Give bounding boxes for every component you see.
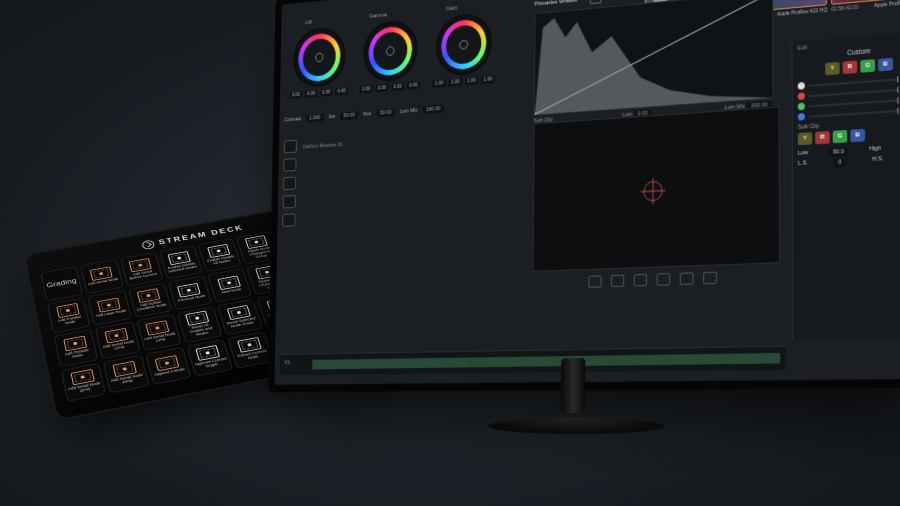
deck-key-9[interactable]: Add Layer Node: [88, 290, 132, 326]
gamma-values: 0.000.000.000.00: [360, 81, 421, 93]
crosshair-icon: [643, 181, 662, 202]
scene-root: STREAM DECK GradingAdd Serial NodeAdd Se…: [0, 0, 900, 506]
next-clip-button[interactable]: [680, 272, 694, 285]
deck-key-3[interactable]: Enable Disable Selected Nodes: [159, 245, 203, 279]
hue-value[interactable]: 50.00: [376, 109, 394, 118]
prev-clip-button[interactable]: [588, 275, 601, 287]
deck-key-18[interactable]: Add Serial Node LPW: [136, 314, 181, 351]
node-toolbar: DaVinci Resolve 16: [303, 124, 525, 156]
chip-r[interactable]: R: [843, 61, 858, 75]
tool-3[interactable]: [283, 176, 296, 190]
monitor-stand: [524, 367, 627, 479]
tool-1[interactable]: [284, 140, 297, 154]
elgato-logo-icon: [142, 240, 156, 250]
gamma-wheel[interactable]: 0.000.000.000.00: [360, 18, 421, 93]
tool-5[interactable]: [282, 213, 295, 227]
chip-b[interactable]: B: [878, 58, 893, 72]
sc-chip-b[interactable]: B: [850, 129, 865, 142]
wheel-label-gamma: Gamma: [369, 12, 387, 19]
tool-2[interactable]: [283, 158, 296, 172]
gain-values: 1.001.001.001.00: [432, 75, 495, 88]
deck-key-0[interactable]: Grading: [40, 266, 83, 301]
timeline-track[interactable]: [312, 353, 780, 369]
histogram-icon: [535, 0, 773, 115]
chip-g[interactable]: G: [860, 59, 875, 73]
dropdown-icon[interactable]: [590, 0, 601, 4]
tab-primaries-wheels[interactable]: Primaries Wheels: [535, 0, 578, 8]
wheel-label-gain: Gain: [446, 6, 457, 13]
deck-key-25[interactable]: Add Serial Node PPW: [103, 354, 149, 393]
sc-chip-g[interactable]: G: [833, 130, 848, 143]
lift-wheel[interactable]: 0.000.000.000.00: [290, 25, 350, 99]
loop-button[interactable]: [703, 272, 717, 285]
deck-key-16[interactable]: Add Outside Node: [54, 329, 99, 367]
deck-key-11[interactable]: Previous Node: [168, 275, 213, 310]
stop-button[interactable]: [634, 274, 647, 287]
deck-key-17[interactable]: Add Serial Node CPW: [95, 321, 140, 358]
sc-chip-y[interactable]: Y: [798, 132, 812, 145]
sc-chip-r[interactable]: R: [815, 131, 829, 144]
primaries-wheels-panel: Lift Gamma Gain 0.000.000.000.00 0.000.0…: [285, 0, 540, 100]
ls-value[interactable]: 0: [834, 158, 846, 167]
track-label-v1: V1: [285, 360, 291, 366]
chip-y[interactable]: Y: [825, 62, 839, 75]
clip-thumb-2[interactable]: 00:33:38:17V18001:56:41:01Apple ProRes 4…: [831, 0, 900, 13]
curves-sidebar: Edit Custom Y R G B 100 100 100 100 Soft…: [791, 31, 900, 340]
gain-wheel[interactable]: 1.001.001.001.00: [432, 11, 495, 88]
deck-key-26[interactable]: Append A Node: [145, 346, 192, 385]
color-viewer[interactable]: [533, 106, 781, 271]
monitor-bezel: 01:32:13:05 01:28:20:15V17801:37:47:19Ap…: [268, 0, 900, 392]
deck-key-1[interactable]: Add Serial Node: [80, 259, 123, 293]
deck-key-10[interactable]: Add Splitter Combiner Node: [128, 282, 172, 318]
deck-key-24[interactable]: Add Serial Node QPW: [61, 362, 107, 401]
deck-key-19[interactable]: Reset All Grades and Nodes: [177, 306, 223, 343]
curves-panel: Primaries Wheels Offset Curves: [534, 0, 782, 124]
lummix-value[interactable]: 100.00: [423, 105, 444, 114]
play-button[interactable]: [657, 273, 671, 286]
sat-value[interactable]: 50.00: [340, 111, 358, 120]
key-label: Grading: [46, 277, 77, 289]
lift-values: 0.000.000.000.00: [290, 87, 349, 99]
low-value[interactable]: 50.0: [829, 148, 848, 157]
resolve-color-page: 01:32:13:05 01:28:20:15V17801:37:47:19Ap…: [274, 0, 900, 385]
contrast-value[interactable]: 1.000: [306, 114, 324, 123]
tool-4[interactable]: [283, 195, 296, 209]
deck-key-2[interactable]: Add Serial Before Current: [120, 252, 163, 286]
monitor: 01:32:13:05 01:28:20:15V17801:37:47:19Ap…: [220, 0, 900, 480]
custom-curve-editor[interactable]: [534, 0, 774, 116]
primaries-footer: Contrast1.000 Sat50.00 Hue50.00 Lum Mix1…: [284, 98, 539, 124]
play-reverse-button[interactable]: [611, 275, 624, 287]
deck-key-8[interactable]: Add Parallel Node: [47, 297, 91, 333]
app-label: DaVinci Resolve 16: [303, 142, 342, 150]
left-tool-column: [282, 140, 298, 227]
wheel-label-lift: Lift: [305, 20, 312, 26]
